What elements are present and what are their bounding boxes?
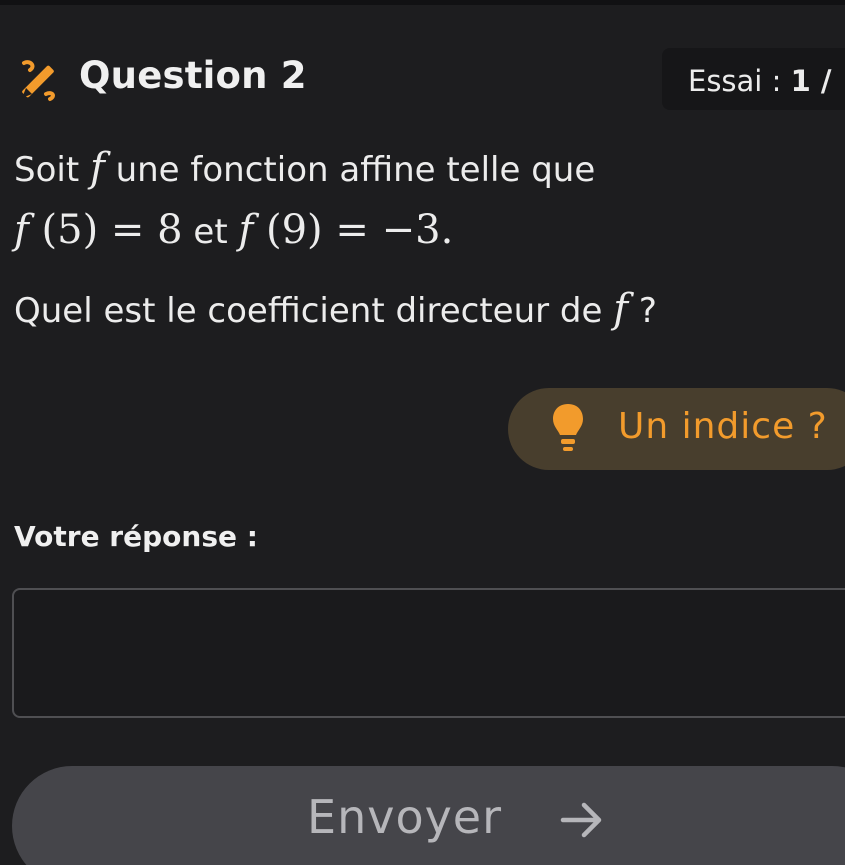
question-text: Quel est le coefficient directeur de [14, 291, 614, 331]
equation-1: (5) = 8 [28, 207, 183, 253]
submit-label: Envoyer [307, 790, 503, 844]
pencil-ruler-icon [22, 60, 55, 101]
statement-equations: f (5) = 8 et f (9) = −3. [14, 207, 453, 253]
arrow-right-icon [560, 802, 602, 838]
math-function-f: f [238, 207, 254, 253]
attempt-text: Essai : 1 / [688, 64, 831, 98]
question-prompt: Quel est le coefficient directeur de f ? [14, 286, 657, 332]
equation-2: (9) = −3. [253, 207, 454, 253]
attempt-value: 1 / [790, 64, 832, 98]
question-title: Question 2 [79, 54, 307, 97]
conjunction-text: et [182, 212, 239, 252]
statement-text: une fonction affine telle que [104, 150, 596, 190]
math-function-f: f [613, 286, 629, 332]
answer-label: Votre réponse : [14, 520, 258, 553]
hint-label: Un indice ? [618, 406, 828, 447]
question-text: ? [628, 291, 657, 331]
question-page: Question 2 Essai : 1 / Soit f une foncti… [0, 0, 845, 865]
math-function-f: f [89, 145, 105, 191]
lightbulb-icon [553, 404, 583, 451]
attempt-label: Essai : [688, 64, 791, 98]
answer-input[interactable] [12, 588, 845, 718]
statement-line-1: Soit f une fonction affine telle que [14, 145, 595, 191]
top-divider [0, 0, 845, 5]
math-function-f: f [14, 207, 29, 253]
statement-text: Soit [14, 150, 90, 190]
